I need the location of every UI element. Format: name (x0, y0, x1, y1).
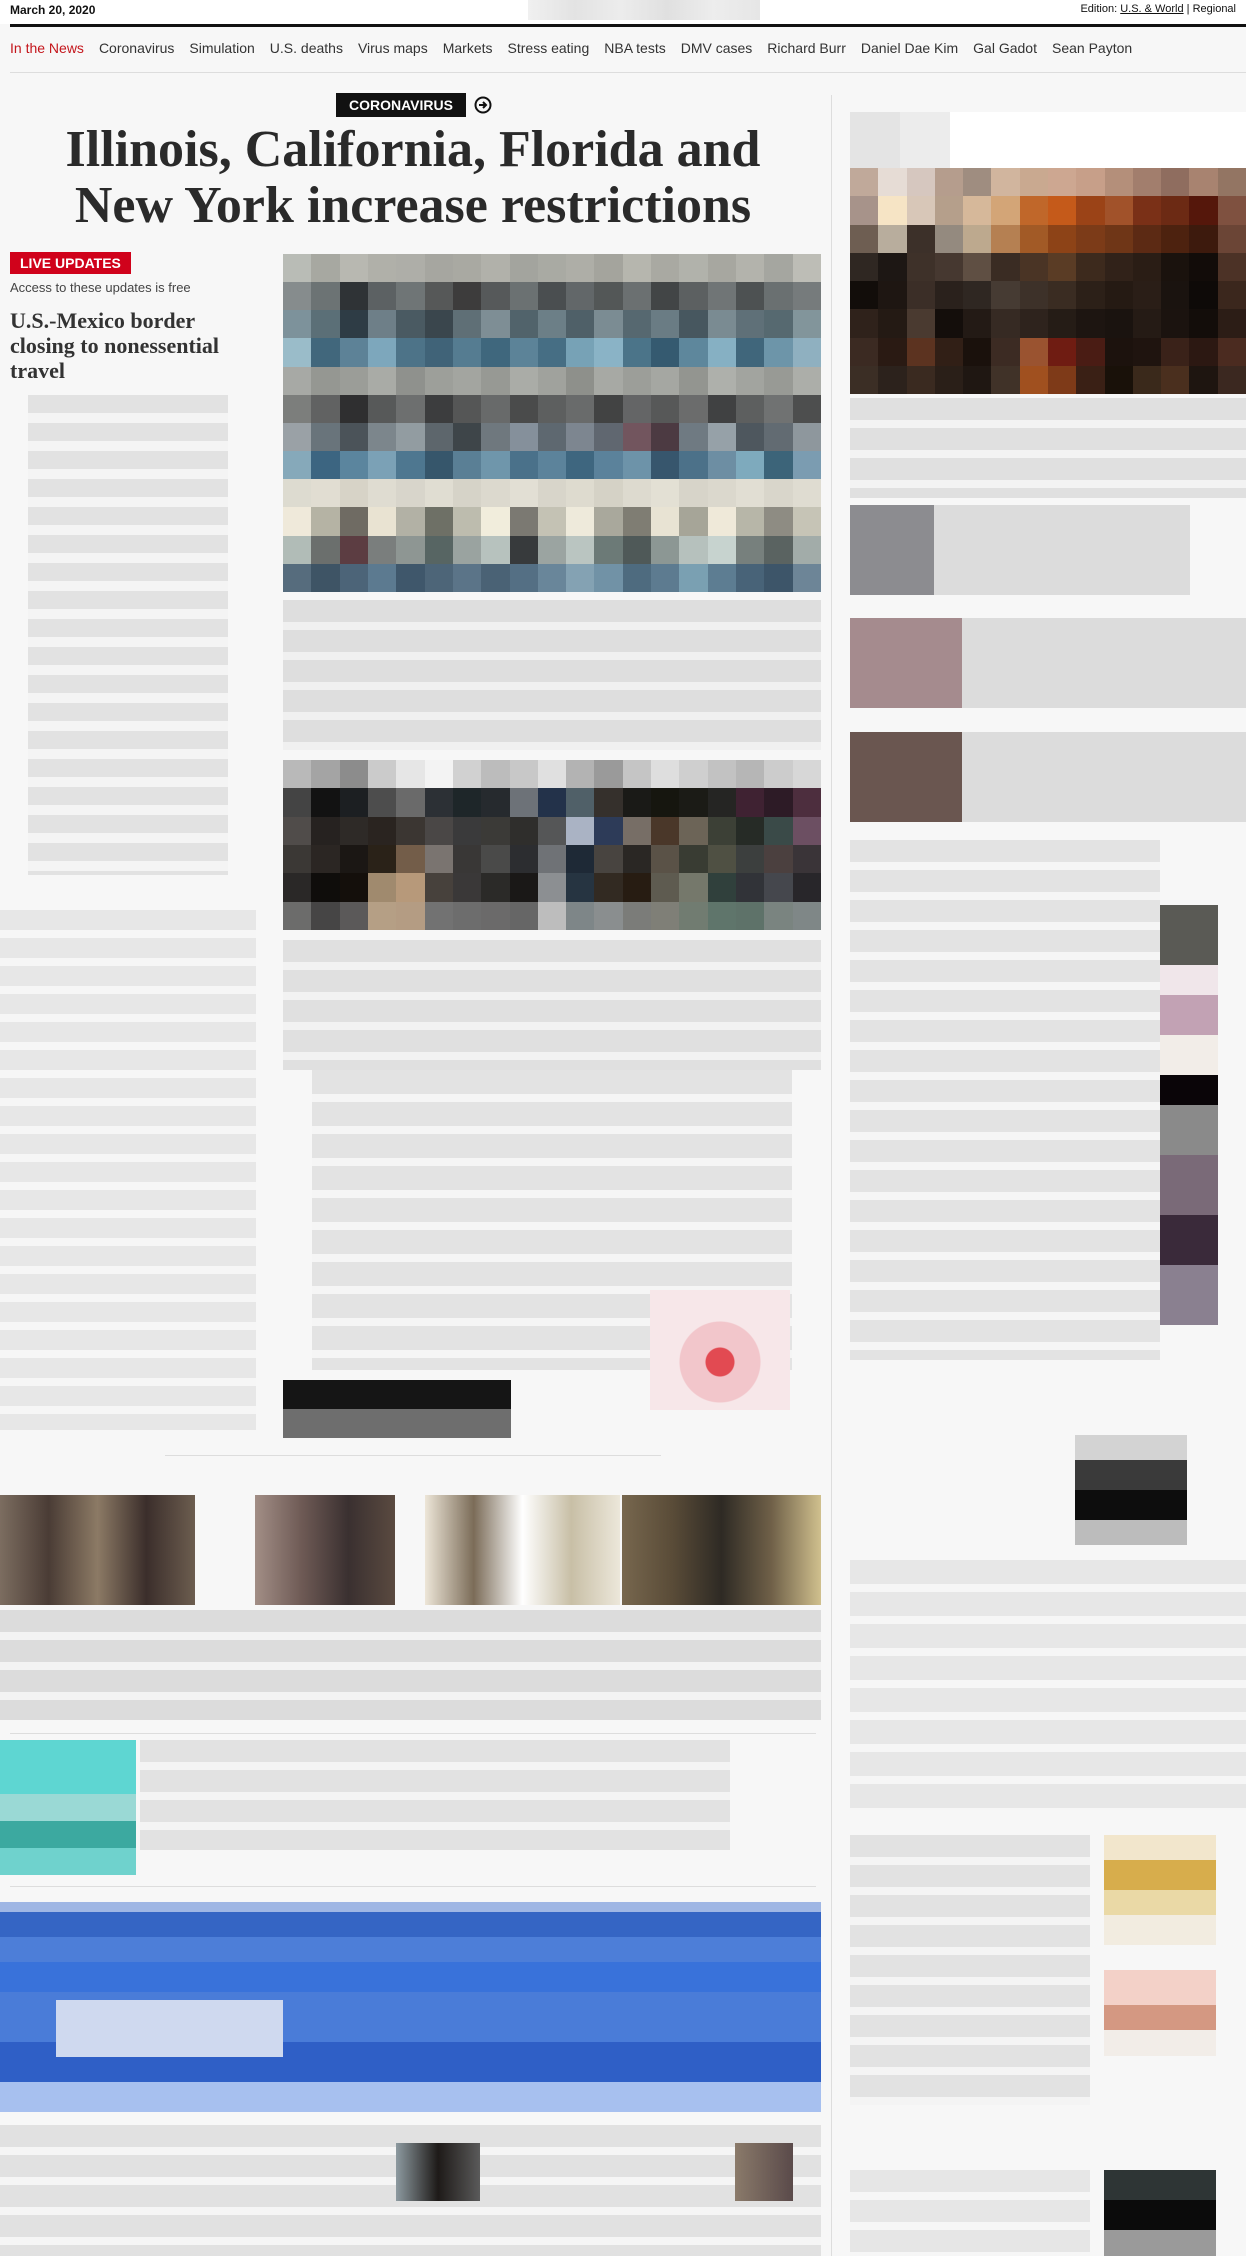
edition-label: Edition: (1080, 3, 1118, 15)
nav-item-stress-eating[interactable]: Stress eating (508, 40, 590, 60)
promo-text (140, 1740, 730, 1850)
story-thumbnail-dark[interactable] (283, 1380, 511, 1438)
secondary-photo[interactable] (283, 760, 821, 930)
secondary-story-text (283, 940, 821, 1070)
right-rail-thumbnail-8[interactable] (1104, 2170, 1216, 2256)
section-kicker[interactable]: CORONAVIRUS (336, 93, 466, 117)
thumbnail-4[interactable] (622, 1495, 821, 1605)
right-rail-story-4[interactable] (850, 732, 1246, 822)
page-date: March 20, 2020 (10, 3, 96, 17)
live-updates-feed (28, 395, 228, 875)
right-rail-list-3 (850, 1835, 1090, 2105)
site-logo[interactable] (528, 0, 760, 20)
masthead-rule (10, 24, 1246, 27)
story-list (0, 910, 256, 1430)
nav-item-markets[interactable]: Markets (443, 40, 493, 60)
lead-photo[interactable] (283, 254, 821, 592)
more-stories-thumbnail-2[interactable] (735, 2143, 793, 2201)
nav-item-coronavirus[interactable]: Coronavirus (99, 40, 174, 60)
nav-item-simulation[interactable]: Simulation (189, 40, 254, 60)
right-rail-header (850, 112, 1246, 168)
edition-switcher: Edition: U.S. & World | Regional (1080, 3, 1236, 15)
right-rail-photo[interactable] (850, 168, 1246, 394)
right-rail-list-2 (850, 1560, 1246, 1810)
lead-related-links (283, 600, 821, 750)
right-rail-story-3[interactable] (850, 618, 1246, 708)
more-stories-thumbnail[interactable] (396, 2143, 480, 2201)
live-subheadline[interactable]: U.S.-Mexico border closing to nonessenti… (10, 308, 250, 383)
thumbnail-2[interactable] (255, 1495, 395, 1605)
right-rail-thumbnail-6[interactable] (1104, 1835, 1216, 1945)
edition-regional-link[interactable]: Regional (1193, 3, 1236, 15)
column-divider (831, 95, 832, 2256)
nav-divider (10, 72, 1246, 73)
nav-item-dmv-cases[interactable]: DMV cases (681, 40, 753, 60)
right-rail-thumbnails[interactable] (1160, 905, 1218, 1325)
thumbnail-3[interactable] (425, 1495, 620, 1605)
story-thumbnail[interactable] (650, 1290, 790, 1410)
promo-thumbnail[interactable] (0, 1740, 136, 1875)
thumbnail-captions (0, 1610, 821, 1720)
nav-item-in-the-news[interactable]: In the News (10, 40, 84, 60)
topics-nav: In the News Coronavirus Simulation U.S. … (10, 40, 1132, 60)
nav-item-richard-burr[interactable]: Richard Burr (767, 40, 846, 60)
nav-item-daniel-dae-kim[interactable]: Daniel Dae Kim (861, 40, 958, 60)
access-note: Access to these updates is free (10, 280, 191, 295)
section-divider-2 (10, 1733, 816, 1734)
live-updates-badge: LIVE UPDATES (10, 252, 131, 274)
arrow-right-circle-icon[interactable] (474, 96, 492, 114)
thumbnail-1[interactable] (0, 1495, 195, 1605)
nav-item-gal-gadot[interactable]: Gal Gadot (973, 40, 1037, 60)
right-rail-list-4 (850, 2170, 1090, 2256)
edition-us-world-link[interactable]: U.S. & World (1120, 3, 1183, 15)
lead-headline[interactable]: Illinois, California, Florida and New Yo… (40, 122, 786, 234)
nav-item-nba-tests[interactable]: NBA tests (604, 40, 665, 60)
section-divider-3 (10, 1886, 816, 1887)
section-divider (165, 1455, 661, 1456)
right-rail-thumbnail-5[interactable] (1075, 1435, 1187, 1545)
right-rail-story-2[interactable] (850, 505, 1246, 595)
right-rail-story-1 (850, 398, 1246, 498)
promo-banner-button[interactable] (56, 2000, 283, 2057)
nav-item-us-deaths[interactable]: U.S. deaths (270, 40, 343, 60)
right-rail-thumbnail-7[interactable] (1104, 1970, 1216, 2056)
right-rail-list (850, 840, 1160, 1360)
nav-item-virus-maps[interactable]: Virus maps (358, 40, 428, 60)
nav-item-sean-payton[interactable]: Sean Payton (1052, 40, 1132, 60)
